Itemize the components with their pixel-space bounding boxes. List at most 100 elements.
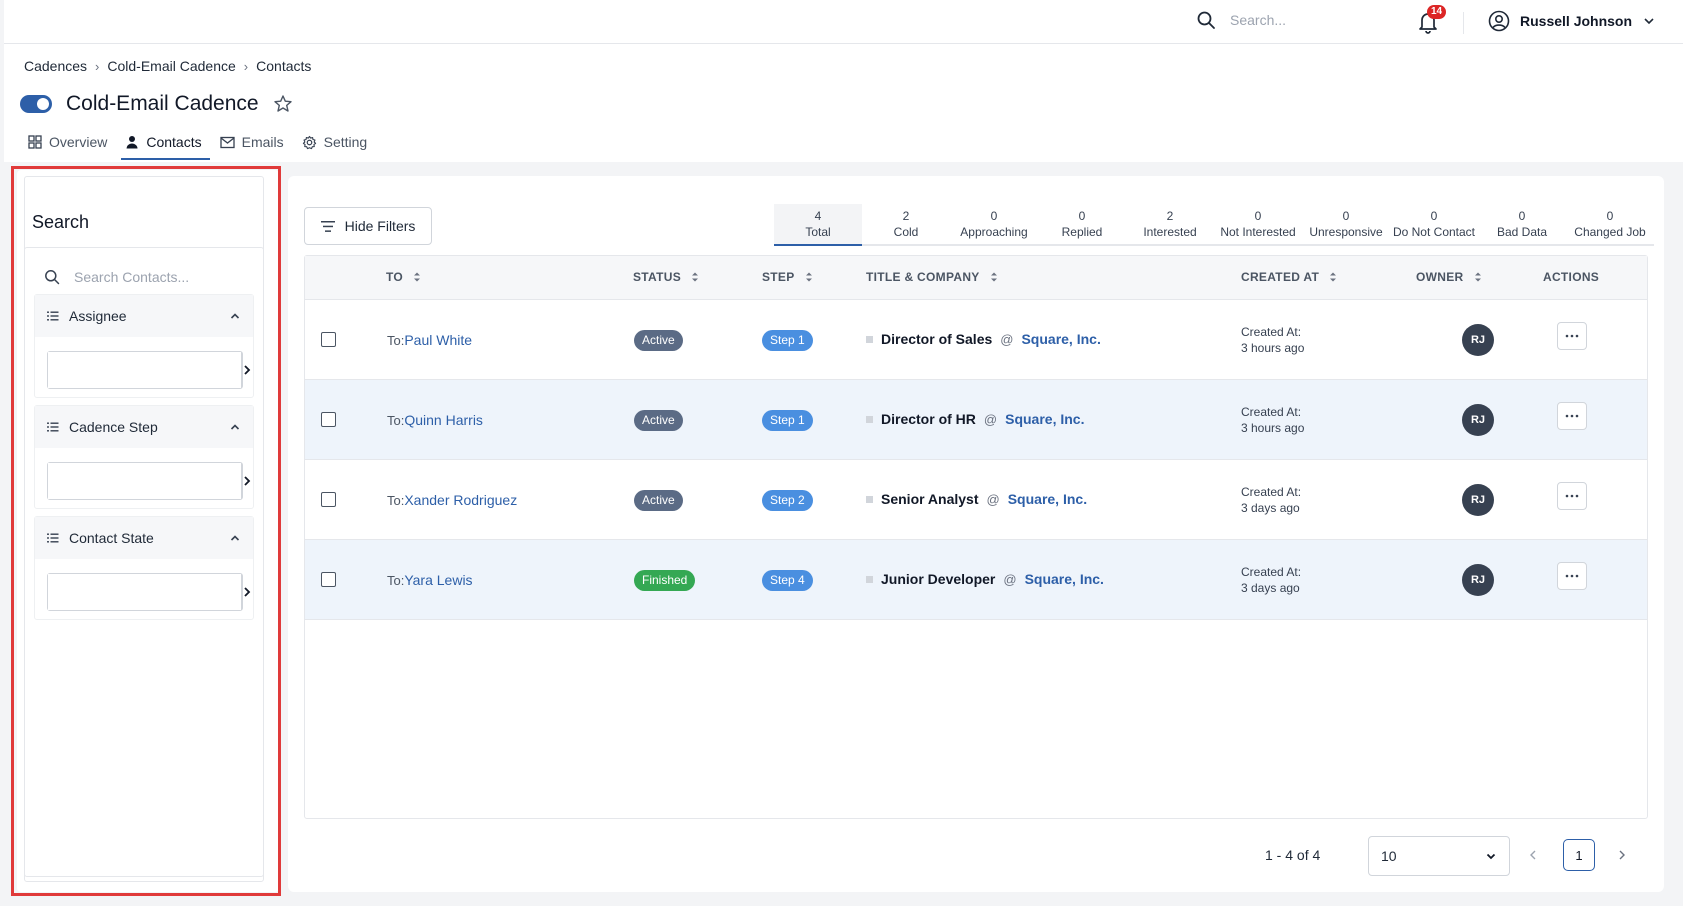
next-page-chevron-right-icon[interactable] — [1617, 848, 1627, 862]
tab-setting[interactable]: Setting — [298, 132, 376, 160]
column-header-created-at[interactable]: CREATED AT — [1241, 270, 1337, 284]
company-link[interactable]: Square, Inc. — [1025, 571, 1104, 587]
row-checkbox[interactable] — [321, 572, 336, 587]
stat-tab-approaching[interactable]: 0 Approaching — [950, 204, 1038, 246]
stat-count: 2 — [902, 209, 910, 223]
status-badge: Active — [634, 490, 683, 511]
star-icon[interactable] — [273, 94, 293, 114]
to-cell: To:Paul White — [387, 332, 472, 348]
step-badge: Step 1 — [762, 410, 813, 431]
prev-page-chevron-left-icon[interactable] — [1528, 848, 1538, 862]
created-at-label: Created At: — [1241, 565, 1302, 579]
contact-search[interactable] — [44, 269, 254, 285]
sort-icon — [413, 271, 421, 283]
column-header-title-company[interactable]: TITLE & COMPANY — [866, 270, 998, 284]
created-at-value: 3 hours ago — [1241, 421, 1305, 435]
tab-emails[interactable]: Emails — [216, 132, 292, 160]
job-title: Senior Analyst — [881, 491, 979, 507]
notification-count-badge: 14 — [1427, 5, 1447, 19]
contact-name-link[interactable]: Yara Lewis — [404, 572, 472, 588]
sort-icon — [1329, 271, 1337, 283]
assignee-input[interactable] — [48, 352, 241, 388]
column-header-owner[interactable]: OWNER — [1416, 270, 1482, 284]
contact-search-input[interactable] — [74, 269, 254, 285]
contact-name-link[interactable]: Paul White — [404, 332, 472, 348]
global-search-input[interactable] — [1230, 12, 1380, 28]
top-bar: 14 Russell Johnson — [4, 0, 1683, 44]
breadcrumb-cadences[interactable]: Cadences — [24, 58, 87, 74]
filter-group-assignee: Assignee — [34, 294, 254, 398]
hide-filters-button[interactable]: Hide Filters — [304, 207, 432, 245]
chevron-right-icon: › — [243, 58, 249, 74]
contact-state-input-wrap — [47, 573, 251, 611]
more-dots-icon — [1565, 574, 1579, 578]
assignee-input-wrap — [47, 351, 251, 389]
cadence-active-toggle[interactable] — [20, 95, 52, 113]
to-prefix: To: — [387, 573, 405, 588]
chevron-up-icon — [229, 532, 241, 544]
mail-icon — [219, 136, 235, 149]
company-link[interactable]: Square, Inc. — [1008, 491, 1087, 507]
row-actions-button[interactable] — [1557, 482, 1587, 510]
assignee-apply-button[interactable] — [241, 352, 252, 388]
created-at-label: Created At: — [1241, 405, 1302, 419]
list-icon — [47, 533, 59, 543]
more-dots-icon — [1565, 334, 1579, 338]
page-header: Cadences › Cold-Email Cadence › Contacts… — [4, 44, 1683, 162]
stat-tab-interested[interactable]: 2 Interested — [1126, 204, 1214, 246]
row-checkbox[interactable] — [321, 332, 336, 347]
row-actions-button[interactable] — [1557, 562, 1587, 590]
table-header: TO STATUS STEP TITLE & COMPANY CREATED A… — [305, 256, 1647, 300]
stat-tab-not-interested[interactable]: 0 Not Interested — [1214, 204, 1302, 246]
column-label: TITLE & COMPANY — [866, 270, 980, 284]
page-size-value: 10 — [1381, 848, 1397, 864]
contact-name-link[interactable]: Xander Rodriguez — [404, 492, 517, 508]
stat-count: 0 — [1078, 209, 1086, 223]
column-label: ACTIONS — [1543, 270, 1600, 284]
current-page-button[interactable]: 1 — [1563, 839, 1595, 871]
stat-tab-do-not-contact[interactable]: 0 Do Not Contact — [1390, 204, 1478, 246]
filter-header-contact-state[interactable]: Contact State — [35, 517, 253, 559]
stat-tab-unresponsive[interactable]: 0 Unresponsive — [1302, 204, 1390, 246]
at-symbol: @ — [1003, 571, 1017, 587]
tab-contacts[interactable]: Contacts — [121, 132, 210, 160]
stat-tab-cold[interactable]: 2 Cold — [862, 204, 950, 246]
at-symbol: @ — [1000, 331, 1014, 347]
stat-tab-total[interactable]: 4 Total — [774, 204, 862, 246]
hide-filters-label: Hide Filters — [344, 218, 416, 234]
column-header-step[interactable]: STEP — [762, 270, 813, 284]
at-symbol: @ — [983, 411, 998, 427]
user-menu[interactable]: Russell Johnson — [1488, 10, 1656, 32]
cadence-step-input-wrap — [47, 462, 251, 500]
page-tabs: Overview Contacts Emails Setting — [24, 132, 381, 160]
company-logo-placeholder — [866, 415, 873, 423]
row-actions-button[interactable] — [1557, 402, 1587, 430]
stat-tab-changed-job[interactable]: 0 Changed Job — [1566, 204, 1654, 246]
tab-overview[interactable]: Overview — [24, 132, 115, 160]
breadcrumb-cadence[interactable]: Cold-Email Cadence — [107, 58, 235, 74]
row-actions-button[interactable] — [1557, 322, 1587, 350]
column-header-status[interactable]: STATUS — [633, 270, 699, 284]
page-size-select[interactable]: 10 — [1368, 836, 1510, 876]
stat-count: 0 — [1430, 209, 1438, 223]
company-link[interactable]: Square, Inc. — [1005, 411, 1084, 427]
contact-state-apply-button[interactable] — [241, 574, 252, 610]
stat-tab-bad-data[interactable]: 0 Bad Data — [1478, 204, 1566, 246]
global-search[interactable] — [1196, 10, 1380, 30]
filter-header-cadence-step[interactable]: Cadence Step — [35, 406, 253, 448]
column-header-to[interactable]: TO — [386, 270, 421, 284]
table-row: To:Yara Lewis Finished Step 4 Junior Dev… — [305, 540, 1647, 620]
job-title: Director of HR — [881, 411, 976, 427]
more-dots-icon — [1565, 414, 1579, 418]
job-title: Director of Sales — [881, 331, 993, 347]
filter-header-assignee[interactable]: Assignee — [35, 295, 253, 337]
stat-tab-replied[interactable]: 0 Replied — [1038, 204, 1126, 246]
contact-state-input[interactable] — [48, 574, 241, 610]
to-cell: To:Xander Rodriguez — [387, 492, 517, 508]
row-checkbox[interactable] — [321, 492, 336, 507]
company-link[interactable]: Square, Inc. — [1021, 331, 1100, 347]
cadence-step-input[interactable] — [48, 463, 241, 499]
row-checkbox[interactable] — [321, 412, 336, 427]
cadence-step-apply-button[interactable] — [241, 463, 252, 499]
contact-name-link[interactable]: Quinn Harris — [404, 412, 483, 428]
